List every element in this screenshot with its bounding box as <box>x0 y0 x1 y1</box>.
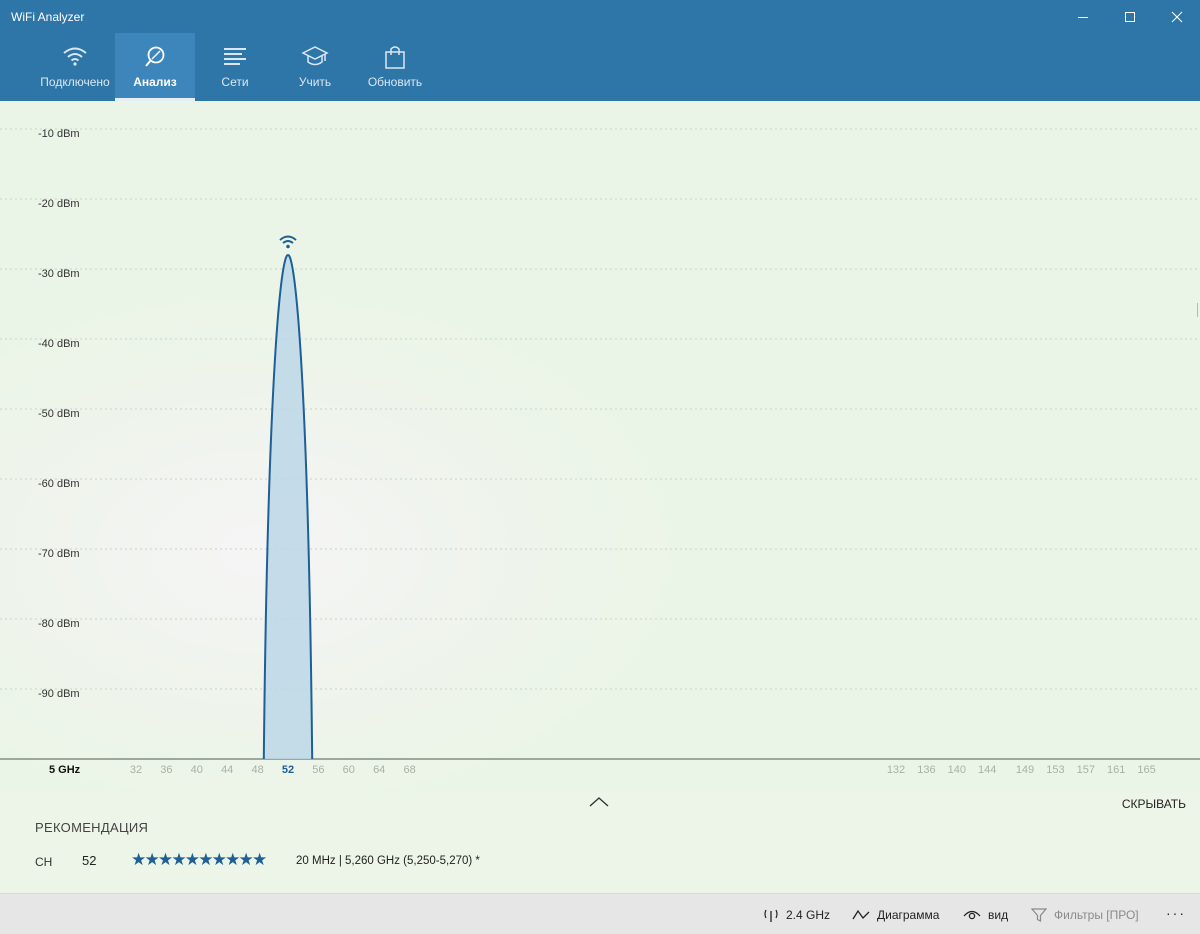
wifi-icon <box>35 44 115 70</box>
channel-tick-label: 149 <box>1016 764 1034 776</box>
network-wifi-icon[interactable] <box>279 235 297 249</box>
chevron-up-icon <box>589 797 609 807</box>
tab-label: Обновить <box>367 75 423 89</box>
channel-tick-label: 40 <box>191 764 203 776</box>
channel-tick-label: 56 <box>312 764 324 776</box>
tab-connected[interactable]: Подключено <box>35 33 115 101</box>
channel-tick-label: 64 <box>373 764 385 776</box>
channel-tick-label: 136 <box>917 764 935 776</box>
signal-chart: -10 dBm -20 dBm -30 dBm -40 dBm -50 dBm -60 d… <box>0 101 1200 793</box>
close-button[interactable] <box>1154 0 1200 33</box>
tab-label: Подключено <box>40 75 110 89</box>
close-icon <box>1171 11 1183 22</box>
tab-learn[interactable]: Учить <box>275 33 355 101</box>
channel-tick-label: 157 <box>1077 764 1095 776</box>
recommendation-title: РЕКОМЕНДАЦИЯ <box>35 820 149 835</box>
recommended-channel: 52 <box>82 853 97 868</box>
tab-analysis[interactable]: Анализ <box>115 33 195 101</box>
channel-tick-label: 132 <box>887 764 905 776</box>
line-chart-icon <box>852 909 870 919</box>
y-tick-label: -30 dBm <box>38 268 80 280</box>
channel-label: CH <box>35 855 53 869</box>
channel-tick-label: 68 <box>403 764 415 776</box>
y-tick-label: -60 dBm <box>38 478 80 490</box>
channel-tick-label: 48 <box>251 764 263 776</box>
channel-tick-label: 165 <box>1137 764 1155 776</box>
y-tick-label: -40 dBm <box>38 338 80 350</box>
title-bar: WiFi Analyzer <box>0 0 1200 33</box>
nav-bar: Подключено Анализ Сети Учить Обновить <box>0 33 1200 101</box>
y-tick-label: -70 dBm <box>38 548 80 560</box>
channel-tick-label: 44 <box>221 764 233 776</box>
channel-tick-label: 52 <box>282 764 294 776</box>
filters-label: Фильтры [ПРО] <box>1054 907 1139 922</box>
y-tick-label: -90 dBm <box>38 688 80 700</box>
chart-svg: -10 dBm -20 dBm -30 dBm -40 dBm -50 dBm -60 d… <box>0 128 1200 776</box>
channel-tick-label: 140 <box>948 764 966 776</box>
scrollbar-thumb[interactable] <box>1197 303 1198 317</box>
channel-tick-label: 32 <box>130 764 142 776</box>
command-bar: 2.4 GHz Диаграмма вид Фильтры [ПРО] ··· <box>0 893 1200 934</box>
y-tick-label: -20 dBm <box>38 198 80 210</box>
y-tick-label: -80 dBm <box>38 618 80 630</box>
recommendation-panel: СКРЫВАТЬ РЕКОМЕНДАЦИЯ CH 52 ★★★★★★★★★★ 2… <box>0 793 1200 893</box>
eye-icon <box>963 910 981 919</box>
networks-list-icon <box>195 44 275 70</box>
hide-panel-button[interactable]: СКРЫВАТЬ <box>1122 797 1186 811</box>
channel-tick-label: 144 <box>978 764 996 776</box>
app-title: WiFi Analyzer <box>11 10 85 24</box>
channel-tick-label: 36 <box>160 764 172 776</box>
band-toggle-button[interactable]: 2.4 GHz <box>763 894 830 934</box>
channel-info: 20 MHz | 5,260 GHz (5,250-5,270) * <box>296 855 480 867</box>
channel-tick-label: 153 <box>1046 764 1064 776</box>
tab-upgrade[interactable]: Обновить <box>355 33 435 101</box>
more-options-button[interactable]: ··· <box>1166 905 1186 921</box>
filter-icon <box>1031 907 1047 922</box>
filters-button[interactable]: Фильтры [ПРО] <box>1031 894 1139 934</box>
graduation-cap-icon <box>275 44 355 70</box>
analyze-icon <box>115 44 195 70</box>
band-label: 5 GHz <box>49 764 81 776</box>
tab-label: Анализ <box>133 75 177 89</box>
shopping-bag-icon <box>355 44 435 70</box>
tab-label: Сети <box>221 75 249 89</box>
view-button[interactable]: вид <box>963 894 1008 934</box>
y-tick-label: -50 dBm <box>38 408 80 420</box>
rating-stars: ★★★★★★★★★★ <box>131 850 267 869</box>
diagram-button[interactable]: Диаграмма <box>852 894 939 934</box>
diagram-label: Диаграмма <box>877 907 940 922</box>
antenna-icon <box>764 909 778 922</box>
channel-tick-label: 60 <box>343 764 355 776</box>
tab-label: Учить <box>298 75 332 89</box>
y-tick-label: -10 dBm <box>38 128 80 140</box>
maximize-button[interactable] <box>1107 0 1153 33</box>
minimize-icon <box>1078 16 1088 18</box>
expand-panel-button[interactable] <box>587 793 611 811</box>
signal-area <box>263 254 313 759</box>
tab-networks[interactable]: Сети <box>195 33 275 101</box>
channel-tick-label: 161 <box>1107 764 1125 776</box>
maximize-icon <box>1125 11 1135 22</box>
view-label: вид <box>988 907 1009 922</box>
band-label: 2.4 GHz <box>786 907 831 922</box>
minimize-button[interactable] <box>1060 0 1106 33</box>
